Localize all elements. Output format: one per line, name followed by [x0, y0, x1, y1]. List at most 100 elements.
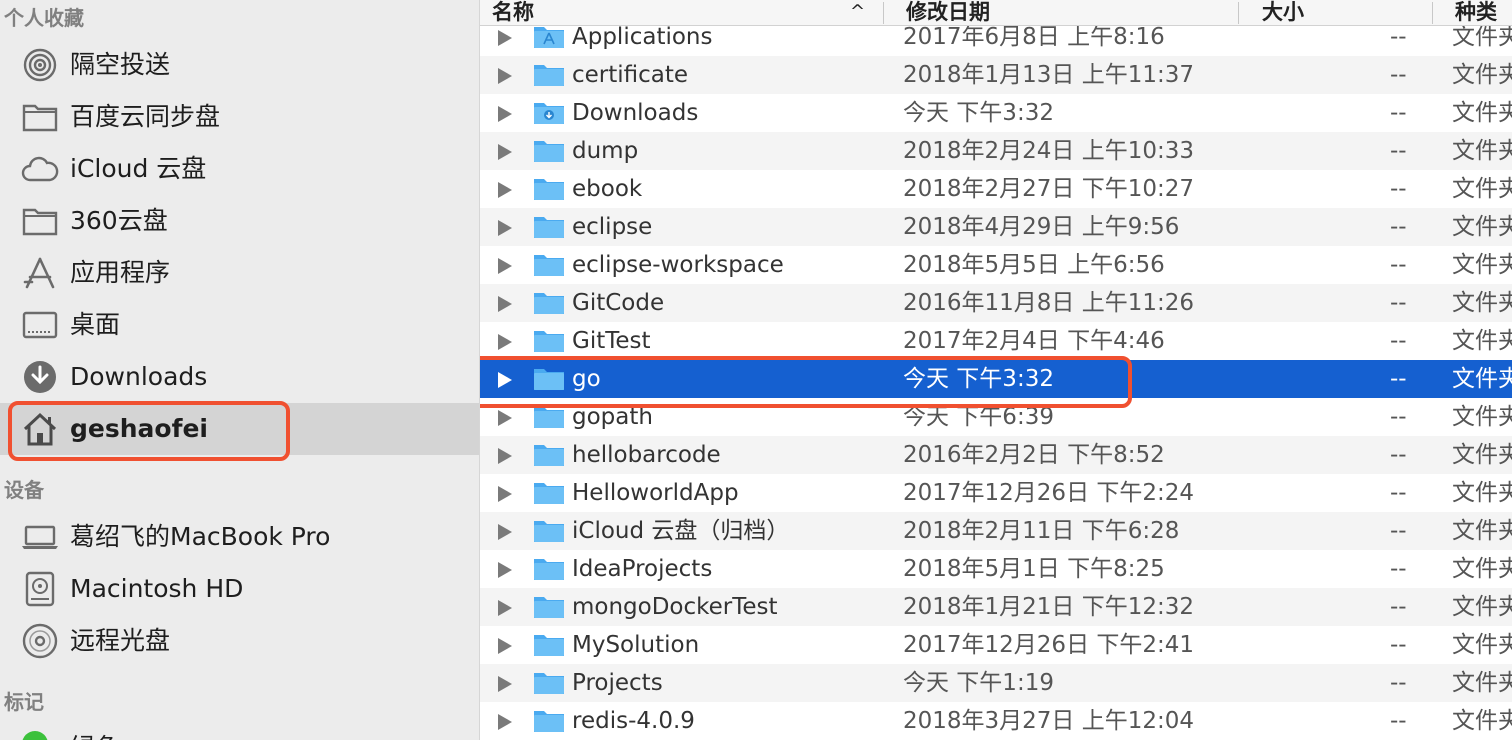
sidebar-item-remote-disc[interactable]: 远程光盘: [0, 615, 479, 667]
column-name-header[interactable]: 名称: [492, 0, 534, 26]
sidebar-item-macintosh-hd[interactable]: Macintosh HD: [0, 563, 479, 615]
file-rows: Applications 2017年6月8日 上午8:16 -- 文件夹 certifi…: [480, 18, 1512, 740]
laptop-icon: [20, 520, 60, 554]
tag-green-dot: [22, 731, 48, 740]
sidebar-item-label: 桌面: [70, 310, 121, 339]
column-kind-header[interactable]: 种类: [1455, 0, 1497, 26]
sort-ascending-icon[interactable]: ^: [850, 0, 865, 26]
table-row[interactable]: IdeaProjects 2018年5月1日 下午8:25 -- 文件夹: [480, 550, 1512, 588]
disclosure-triangle-icon[interactable]: [498, 220, 512, 236]
table-row[interactable]: dump 2018年2月24日 上午10:33 -- 文件夹: [480, 132, 1512, 170]
file-size: --: [1390, 252, 1407, 278]
disclosure-triangle-icon[interactable]: [498, 258, 512, 274]
file-name: redis-4.0.9: [572, 708, 695, 734]
file-date: 2017年12月26日 下午2:24: [903, 480, 1195, 506]
table-row[interactable]: go 今天 下午3:32 -- 文件夹: [480, 360, 1512, 398]
table-row[interactable]: gopath 今天 下午6:39 -- 文件夹: [480, 398, 1512, 436]
sidebar-item-label: Downloads: [70, 362, 208, 391]
file-kind: 文件夹: [1452, 214, 1512, 240]
file-kind: 文件夹: [1452, 518, 1512, 544]
file-name: Downloads: [572, 100, 699, 126]
disclosure-triangle-icon[interactable]: [498, 676, 512, 692]
file-size: --: [1390, 366, 1407, 392]
disclosure-triangle-icon[interactable]: [498, 524, 512, 540]
file-size: --: [1390, 62, 1407, 88]
column-divider[interactable]: [1432, 2, 1433, 24]
section-favorites: 个人收藏: [4, 6, 84, 30]
table-row[interactable]: MySolution 2017年12月26日 下午2:41 -- 文件夹: [480, 626, 1512, 664]
column-divider[interactable]: [1238, 2, 1239, 24]
disclosure-triangle-icon[interactable]: [498, 106, 512, 122]
file-date: 2018年2月24日 上午10:33: [903, 138, 1195, 164]
file-size: --: [1390, 100, 1407, 126]
table-row[interactable]: Projects 今天 下午1:19 -- 文件夹: [480, 664, 1512, 702]
folder-icon: [533, 443, 565, 467]
table-row[interactable]: eclipse-workspace 2018年5月5日 上午6:56 -- 文件夹: [480, 246, 1512, 284]
disclosure-triangle-icon[interactable]: [498, 562, 512, 578]
sidebar-item-icloud[interactable]: iCloud 云盘: [0, 143, 479, 195]
file-kind: 文件夹: [1452, 632, 1512, 658]
sidebar-item-downloads[interactable]: Downloads: [0, 351, 479, 403]
sidebar-item-label: 360云盘: [70, 206, 168, 235]
disclosure-triangle-icon[interactable]: [498, 182, 512, 198]
sidebar-item-macbook[interactable]: 葛绍飞的MacBook Pro: [0, 511, 479, 563]
disclosure-triangle-icon[interactable]: [498, 410, 512, 426]
table-row[interactable]: eclipse 2018年4月29日 上午9:56 -- 文件夹: [480, 208, 1512, 246]
file-kind: 文件夹: [1452, 442, 1512, 468]
table-row[interactable]: mongoDockerTest 2018年1月21日 下午12:32 -- 文件夹: [480, 588, 1512, 626]
disclosure-triangle-icon[interactable]: [498, 296, 512, 312]
airdrop-icon: [20, 48, 60, 82]
file-name: ebook: [572, 176, 643, 202]
file-size: --: [1390, 556, 1407, 582]
sidebar-item-tag-green[interactable]: 绿色: [70, 728, 120, 740]
table-row[interactable]: certificate 2018年1月13日 上午11:37 -- 文件夹: [480, 56, 1512, 94]
disclosure-triangle-icon[interactable]: [498, 372, 512, 388]
folder-icon: [20, 100, 60, 134]
column-divider[interactable]: [883, 2, 884, 24]
sidebar-item-applications[interactable]: 应用程序: [0, 247, 479, 299]
table-row[interactable]: GitCode 2016年11月8日 上午11:26 -- 文件夹: [480, 284, 1512, 322]
file-name: GitCode: [572, 290, 665, 316]
file-kind: 文件夹: [1452, 100, 1512, 126]
disclosure-triangle-icon[interactable]: [498, 144, 512, 160]
table-row[interactable]: hellobarcode 2016年2月2日 下午8:52 -- 文件夹: [480, 436, 1512, 474]
applications-icon: [20, 256, 60, 290]
sidebar-item-label: iCloud 云盘: [70, 154, 207, 183]
download-icon: [20, 360, 60, 394]
file-name: IdeaProjects: [572, 556, 713, 582]
file-size: --: [1390, 328, 1407, 354]
table-row[interactable]: Downloads 今天 下午3:32 -- 文件夹: [480, 94, 1512, 132]
table-row[interactable]: HelloworldApp 2017年12月26日 下午2:24 -- 文件夹: [480, 474, 1512, 512]
disclosure-triangle-icon[interactable]: [498, 714, 512, 730]
sidebar-item-home[interactable]: geshaofei: [0, 403, 479, 455]
file-date: 2018年1月13日 上午11:37: [903, 62, 1195, 88]
table-row[interactable]: redis-4.0.9 2018年3月27日 上午12:04 -- 文件夹: [480, 702, 1512, 740]
table-row[interactable]: GitTest 2017年2月4日 下午4:46 -- 文件夹: [480, 322, 1512, 360]
file-size: --: [1390, 214, 1407, 240]
disclosure-triangle-icon[interactable]: [498, 68, 512, 84]
file-date: 2018年5月5日 上午6:56: [903, 252, 1165, 278]
folder-icon: [533, 329, 565, 353]
disclosure-triangle-icon[interactable]: [498, 334, 512, 350]
column-size-header[interactable]: 大小: [1262, 0, 1304, 26]
sidebar-item-desktop[interactable]: 桌面: [0, 299, 479, 351]
disclosure-triangle-icon[interactable]: [498, 30, 512, 46]
sidebar-item-airdrop[interactable]: 隔空投送: [0, 39, 479, 91]
disclosure-triangle-icon[interactable]: [498, 448, 512, 464]
file-name: MySolution: [572, 632, 700, 658]
file-size: --: [1390, 138, 1407, 164]
sidebar-item-baidu-sync[interactable]: 百度云同步盘: [0, 91, 479, 143]
disclosure-triangle-icon[interactable]: [498, 600, 512, 616]
file-size: --: [1390, 176, 1407, 202]
table-row[interactable]: iCloud 云盘（归档） 2018年2月11日 下午6:28 -- 文件夹: [480, 512, 1512, 550]
disclosure-triangle-icon[interactable]: [498, 486, 512, 502]
optical-disc-icon: [20, 623, 60, 659]
file-size: --: [1390, 404, 1407, 430]
sidebar-item-360[interactable]: 360云盘: [0, 195, 479, 247]
file-name: mongoDockerTest: [572, 594, 778, 620]
column-date-header[interactable]: 修改日期: [906, 0, 990, 26]
table-row[interactable]: ebook 2018年2月27日 下午10:27 -- 文件夹: [480, 170, 1512, 208]
disclosure-triangle-icon[interactable]: [498, 638, 512, 654]
file-name: certificate: [572, 62, 689, 88]
file-date: 今天 下午3:32: [903, 100, 1054, 126]
